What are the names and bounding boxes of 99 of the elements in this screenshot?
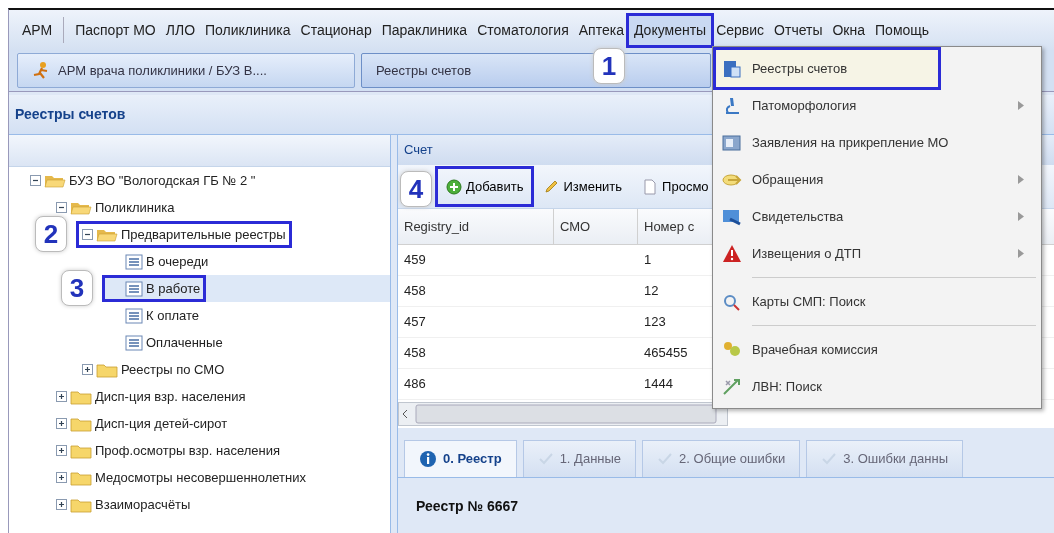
menu-item[interactable]: Параклиника [376, 15, 473, 45]
table-cell-text: 465455 [644, 344, 688, 363]
callout-badge: 1 [592, 47, 625, 84]
tree-row[interactable]: В работе [105, 275, 390, 302]
menu-item[interactable]: Сервис [711, 15, 770, 45]
pencil-icon [543, 178, 560, 195]
tree-label: Взаиморасчёты [95, 495, 191, 514]
table-cell-text: 1444 [644, 375, 673, 394]
tree-row[interactable]: Предварительные реестры [79, 221, 390, 248]
toolbar-button[interactable]: Добавить [438, 168, 532, 205]
menu-item[interactable]: Стоматология [472, 15, 574, 45]
tree-label: Поликлиника [95, 198, 175, 217]
tree-label: К оплате [146, 306, 200, 325]
tree-label: Предварительные реестры [121, 225, 286, 244]
horizontal-scrollbar[interactable] [398, 402, 728, 426]
expand-icon[interactable] [82, 364, 93, 375]
list-icon [125, 334, 143, 351]
tree-label: В очереди [146, 252, 209, 271]
tree-row[interactable]: Дисп-ция детей-сирот [53, 410, 390, 437]
tab[interactable]: 0. Реестр [404, 440, 517, 477]
check-icon [657, 451, 674, 467]
tree-row[interactable]: В очереди [105, 248, 390, 275]
menu-option[interactable]: Врачебная комиссия [716, 331, 1038, 368]
tree-label: Реестры по СМО [121, 360, 225, 379]
column-header[interactable]: СМО [554, 209, 638, 244]
toolbar-button[interactable]: Просмо [634, 168, 717, 205]
table-cell-text: 458 [404, 344, 426, 363]
tab[interactable]: 3. Ошибки данны [806, 440, 963, 477]
document-icon [642, 178, 659, 195]
folder-icon [70, 388, 92, 405]
folder-icon [70, 496, 92, 513]
expand-icon[interactable] [56, 418, 67, 429]
tree-label: Медосмотры несовершеннолетних [95, 468, 306, 487]
table-cell-text: 486 [404, 375, 426, 394]
tab[interactable]: 1. Данные [522, 440, 637, 477]
callout-badge: 3 [61, 270, 93, 306]
collapse-icon[interactable] [56, 202, 67, 213]
menu-item[interactable]: Аптека [573, 15, 629, 45]
tree-row[interactable]: Оплаченные [105, 329, 390, 356]
list-icon [125, 253, 143, 270]
collapse-icon[interactable] [30, 175, 41, 186]
check-icon [821, 451, 838, 467]
menu-option[interactable]: ЛВН: Поиск [716, 368, 1038, 405]
list-icon [125, 307, 143, 324]
info-icon [419, 450, 437, 468]
check-icon [537, 451, 554, 467]
tree-row[interactable]: К оплате [105, 302, 390, 329]
menu-option[interactable]: Карты СМП: Поиск [716, 283, 1038, 320]
table-cell-text: 457 [404, 313, 426, 332]
tree-row[interactable]: Взаиморасчёты [53, 491, 390, 518]
expand-icon[interactable] [56, 445, 67, 456]
tree-label: БУЗ ВО "Вологодская ГБ № 2 " [69, 171, 256, 190]
menu-option[interactable]: Извещения о ДТП [716, 235, 1038, 272]
menu-option[interactable]: Реестры счетов [716, 50, 938, 87]
collapse-icon[interactable] [82, 229, 93, 240]
menu-item[interactable]: Окна [827, 15, 871, 45]
tree-label: Оплаченные [146, 333, 223, 352]
table-cell-text: 12 [644, 282, 659, 301]
table-cell-text: 1 [644, 251, 652, 270]
folder-icon [96, 361, 118, 378]
menu-item[interactable]: Паспорт МО [70, 15, 161, 45]
list-icon [125, 280, 143, 297]
window-tab[interactable]: АРМ врача поликлиники / БУЗ В.... [17, 53, 355, 88]
callout-badge: 4 [400, 170, 432, 207]
form-icon [722, 132, 742, 153]
tab[interactable]: 2. Общие ошибки [642, 440, 801, 477]
folder-icon [70, 469, 92, 486]
menu-item[interactable]: Помощь [870, 15, 935, 45]
tree-label: Проф.осмотры взр. населения [95, 441, 281, 460]
toolbar-button[interactable]: Изменить [535, 168, 631, 205]
folder-icon [70, 442, 92, 459]
registry-heading: Реестр № 6667 [416, 497, 520, 516]
menu-option[interactable]: Свидетельства [716, 198, 1038, 235]
menu-item[interactable]: Отчеты [769, 15, 828, 45]
menu-item[interactable]: ЛЛО [160, 15, 200, 45]
tree-label: В работе [146, 279, 201, 298]
tree-label: Дисп-ция взр. населения [95, 387, 246, 406]
expand-icon[interactable] [56, 472, 67, 483]
tree-row[interactable]: Дисп-ция взр. населения [53, 383, 390, 410]
table-cell-text: 459 [404, 251, 426, 270]
tree-row[interactable]: БУЗ ВО "Вологодская ГБ № 2 " [27, 167, 390, 194]
table-cell-text: 458 [404, 282, 426, 301]
column-header[interactable]: Registry_id [398, 209, 554, 244]
expand-icon[interactable] [56, 391, 67, 402]
runner-icon [32, 60, 50, 81]
expand-icon[interactable] [56, 499, 67, 510]
warning-icon [722, 243, 742, 264]
tree-row[interactable]: Медосмотры несовершеннолетних [53, 464, 390, 491]
menu-item[interactable]: АРМ [17, 15, 58, 45]
add-icon [446, 178, 462, 195]
menu-item[interactable]: Документы [628, 15, 712, 45]
tree-row[interactable]: Реестры по СМО [79, 356, 390, 383]
folder-icon [70, 415, 92, 432]
table-cell-text: 123 [644, 313, 666, 332]
menu-item[interactable]: Стационар [295, 15, 377, 45]
menu-item[interactable]: Поликлиника [200, 15, 296, 45]
tree-label: Дисп-ция детей-сирот [95, 414, 228, 433]
callout-badge: 2 [35, 216, 67, 252]
tree-row[interactable]: Проф.осмотры взр. населения [53, 437, 390, 464]
